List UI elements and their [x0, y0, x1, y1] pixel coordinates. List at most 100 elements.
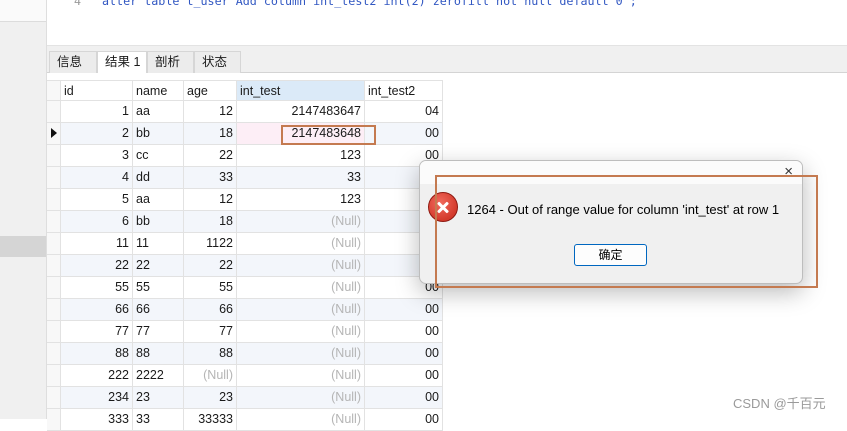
- cell-int-test2[interactable]: 00: [365, 365, 443, 387]
- cell-id[interactable]: 222: [61, 365, 133, 387]
- row-indicator[interactable]: [47, 365, 61, 387]
- cell-id[interactable]: 22: [61, 255, 133, 277]
- table-row[interactable]: 5 aa 12 123: [47, 189, 443, 211]
- cell-int-test[interactable]: (Null): [237, 233, 365, 255]
- row-indicator[interactable]: [47, 167, 61, 189]
- table-row[interactable]: 88 88 88 (Null) 00: [47, 343, 443, 365]
- cell-int-test[interactable]: (Null): [237, 277, 365, 299]
- table-row[interactable]: 66 66 66 (Null) 00: [47, 299, 443, 321]
- cell-age[interactable]: 18: [184, 123, 237, 145]
- cell-age[interactable]: (Null): [184, 365, 237, 387]
- cell-name[interactable]: aa: [133, 189, 184, 211]
- tab-info[interactable]: 信息: [49, 51, 97, 73]
- cell-int-test[interactable]: (Null): [237, 387, 365, 409]
- cell-age[interactable]: 1122: [184, 233, 237, 255]
- column-header-id[interactable]: id: [61, 80, 133, 101]
- cell-name[interactable]: 88: [133, 343, 184, 365]
- cell-age[interactable]: 23: [184, 387, 237, 409]
- cell-name[interactable]: 22: [133, 255, 184, 277]
- row-indicator[interactable]: [47, 145, 61, 167]
- table-row[interactable]: 6 bb 18 (Null): [47, 211, 443, 233]
- cell-id[interactable]: 2: [61, 123, 133, 145]
- tab-result-1[interactable]: 结果 1: [97, 51, 147, 73]
- row-indicator[interactable]: [47, 189, 61, 211]
- cell-int-test[interactable]: 123: [237, 189, 365, 211]
- table-row[interactable]: 234 23 23 (Null) 00: [47, 387, 443, 409]
- navigator-selected-item[interactable]: [0, 236, 46, 257]
- column-header-int-test[interactable]: int_test: [237, 80, 365, 101]
- cell-id[interactable]: 66: [61, 299, 133, 321]
- cell-id[interactable]: 6: [61, 211, 133, 233]
- cell-int-test[interactable]: (Null): [237, 409, 365, 431]
- cell-int-test[interactable]: 33: [237, 167, 365, 189]
- cell-int-test[interactable]: (Null): [237, 255, 365, 277]
- cell-int-test[interactable]: (Null): [237, 321, 365, 343]
- cell-name[interactable]: cc: [133, 145, 184, 167]
- table-row[interactable]: 222 2222 (Null) (Null) 00: [47, 365, 443, 387]
- cell-id[interactable]: 5: [61, 189, 133, 211]
- row-indicator[interactable]: [47, 409, 61, 431]
- cell-age[interactable]: 22: [184, 255, 237, 277]
- result-grid[interactable]: id name age int_test int_test2 1 aa 12 214748364…: [47, 80, 443, 431]
- column-header-name[interactable]: name: [133, 80, 184, 101]
- cell-int-test2[interactable]: 00: [365, 123, 443, 145]
- cell-name[interactable]: aa: [133, 101, 184, 123]
- close-icon[interactable]: ×: [784, 163, 793, 181]
- row-indicator[interactable]: [47, 299, 61, 321]
- editor-code-line[interactable]: alter table t_user Add column int_test2 …: [102, 0, 637, 8]
- tab-status[interactable]: 状态: [194, 51, 241, 73]
- row-indicator[interactable]: [47, 277, 61, 299]
- table-row[interactable]: 3 cc 22 123 00: [47, 145, 443, 167]
- cell-int-test[interactable]: (Null): [237, 211, 365, 233]
- dialog-title-bar[interactable]: ×: [420, 161, 802, 184]
- cell-id[interactable]: 77: [61, 321, 133, 343]
- table-row[interactable]: 22 22 22 (Null): [47, 255, 443, 277]
- cell-int-test[interactable]: 2147483648: [237, 123, 365, 145]
- cell-name[interactable]: bb: [133, 123, 184, 145]
- cell-int-test2[interactable]: 00: [365, 299, 443, 321]
- row-indicator[interactable]: [47, 321, 61, 343]
- row-indicator[interactable]: [47, 387, 61, 409]
- cell-id[interactable]: 88: [61, 343, 133, 365]
- cell-name[interactable]: 55: [133, 277, 184, 299]
- cell-id[interactable]: 333: [61, 409, 133, 431]
- sql-editor[interactable]: 4 alter table t_user Add column int_test…: [47, 0, 847, 46]
- column-header-age[interactable]: age: [184, 80, 237, 101]
- cell-int-test[interactable]: (Null): [237, 343, 365, 365]
- row-indicator[interactable]: [47, 101, 61, 123]
- cell-name[interactable]: 66: [133, 299, 184, 321]
- cell-int-test[interactable]: (Null): [237, 365, 365, 387]
- cell-int-test2[interactable]: 00: [365, 321, 443, 343]
- ok-button[interactable]: 确定: [574, 244, 647, 266]
- cell-age[interactable]: 66: [184, 299, 237, 321]
- cell-age[interactable]: 18: [184, 211, 237, 233]
- cell-name[interactable]: 11: [133, 233, 184, 255]
- cell-age[interactable]: 88: [184, 343, 237, 365]
- cell-age[interactable]: 33333: [184, 409, 237, 431]
- row-indicator[interactable]: [47, 343, 61, 365]
- cell-id[interactable]: 1: [61, 101, 133, 123]
- row-indicator[interactable]: [47, 123, 61, 145]
- cell-age[interactable]: 12: [184, 101, 237, 123]
- table-row[interactable]: 55 55 55 (Null) 00: [47, 277, 443, 299]
- cell-int-test2[interactable]: 04: [365, 101, 443, 123]
- cell-int-test2[interactable]: 00: [365, 343, 443, 365]
- cell-int-test[interactable]: 2147483647: [237, 101, 365, 123]
- cell-int-test2[interactable]: 00: [365, 387, 443, 409]
- cell-id[interactable]: 11: [61, 233, 133, 255]
- cell-name[interactable]: 33: [133, 409, 184, 431]
- table-row[interactable]: 1 aa 12 2147483647 04: [47, 101, 443, 123]
- tab-profile[interactable]: 剖析: [147, 51, 194, 73]
- table-row[interactable]: 2 bb 18 2147483648 00: [47, 123, 443, 145]
- cell-age[interactable]: 55: [184, 277, 237, 299]
- table-row[interactable]: 77 77 77 (Null) 00: [47, 321, 443, 343]
- cell-int-test[interactable]: (Null): [237, 299, 365, 321]
- cell-int-test2[interactable]: 00: [365, 409, 443, 431]
- cell-id[interactable]: 4: [61, 167, 133, 189]
- column-header-int-test2[interactable]: int_test2: [365, 80, 443, 101]
- grid-header-corner[interactable]: [47, 80, 61, 101]
- cell-id[interactable]: 55: [61, 277, 133, 299]
- cell-name[interactable]: dd: [133, 167, 184, 189]
- cell-name[interactable]: 77: [133, 321, 184, 343]
- row-indicator[interactable]: [47, 255, 61, 277]
